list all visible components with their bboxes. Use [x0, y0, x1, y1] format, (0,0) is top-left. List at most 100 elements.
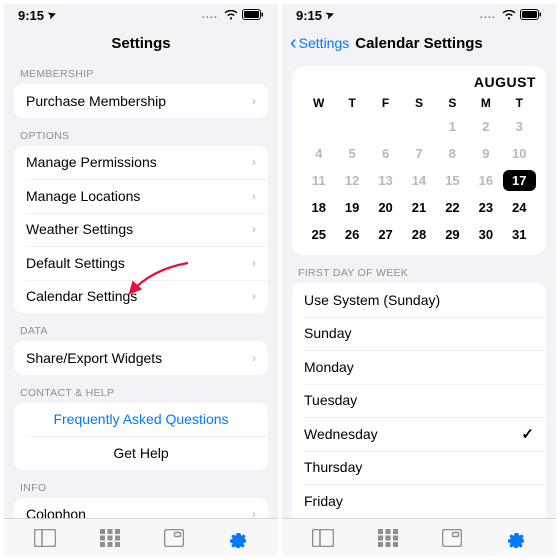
calendar-day[interactable]: 15: [436, 170, 469, 191]
calendar-day[interactable]: 26: [335, 224, 368, 245]
section-header-options: OPTIONS: [14, 118, 268, 146]
first-day-option[interactable]: Sunday: [292, 317, 546, 351]
option-label: Use System (Sunday): [304, 292, 440, 308]
row-manage-locations[interactable]: Manage Locations ›: [14, 179, 268, 213]
calendar-day[interactable]: 9: [469, 143, 502, 164]
calendar-day[interactable]: 18: [302, 197, 335, 218]
row-label: Weather Settings: [26, 221, 133, 237]
calendar-day[interactable]: [369, 116, 402, 137]
chevron-left-icon: ‹: [290, 33, 297, 53]
first-day-option[interactable]: Saturday: [292, 518, 546, 519]
first-day-option[interactable]: Friday: [292, 484, 546, 518]
tab-grid-icon[interactable]: [100, 529, 120, 547]
option-label: Wednesday: [304, 426, 378, 442]
tab-grid-icon[interactable]: [378, 529, 398, 547]
row-default-settings[interactable]: Default Settings ›: [14, 246, 268, 280]
calendar-preview: AUGUST WTFSSMT12345678910111213141516171…: [292, 66, 546, 255]
calendar-settings-content: AUGUST WTFSSMT12345678910111213141516171…: [282, 60, 556, 518]
row-label: Manage Locations: [26, 188, 140, 204]
status-time: 9:15: [18, 8, 44, 23]
row-weather-settings[interactable]: Weather Settings ›: [14, 213, 268, 247]
first-day-option[interactable]: Thursday: [292, 451, 546, 485]
option-label: Thursday: [304, 459, 362, 475]
calendar-day[interactable]: 10: [503, 143, 536, 164]
row-purchase-membership[interactable]: Purchase Membership ›: [14, 84, 268, 118]
calendar-day[interactable]: 3: [503, 116, 536, 137]
first-day-option[interactable]: Wednesday ✓: [292, 417, 546, 451]
chevron-right-icon: ›: [252, 222, 256, 236]
calendar-day[interactable]: 24: [503, 197, 536, 218]
calendar-day[interactable]: [402, 116, 435, 137]
row-manage-permissions[interactable]: Manage Permissions ›: [14, 146, 268, 180]
page-title: Calendar Settings: [355, 35, 483, 52]
first-day-option[interactable]: Monday: [292, 350, 546, 384]
tab-sidebar-icon[interactable]: [34, 529, 56, 547]
calendar-day[interactable]: 20: [369, 197, 402, 218]
calendar-day[interactable]: 16: [469, 170, 502, 191]
calendar-weekday: F: [369, 96, 402, 110]
row-share-export-widgets[interactable]: Share/Export Widgets ›: [14, 341, 268, 375]
row-calendar-settings[interactable]: Calendar Settings ›: [14, 280, 268, 314]
calendar-day[interactable]: [302, 116, 335, 137]
tab-gear-icon[interactable]: [506, 528, 526, 548]
tab-detail-icon[interactable]: [442, 529, 462, 547]
calendar-day[interactable]: 29: [436, 224, 469, 245]
chevron-right-icon: ›: [252, 351, 256, 365]
calendar-day[interactable]: 5: [335, 143, 368, 164]
settings-content: MEMBERSHIP Purchase Membership › OPTIONS…: [4, 60, 278, 518]
calendar-day[interactable]: 30: [469, 224, 502, 245]
row-faq[interactable]: Frequently Asked Questions: [14, 403, 268, 437]
row-get-help[interactable]: Get Help: [14, 436, 268, 470]
membership-card: Purchase Membership ›: [14, 84, 268, 118]
calendar-day[interactable]: 1: [436, 116, 469, 137]
row-label: Manage Permissions: [26, 154, 157, 170]
back-button[interactable]: ‹ Settings: [290, 33, 349, 53]
info-card: Colophon › Acknowledgements ›: [14, 498, 268, 519]
tab-detail-icon[interactable]: [164, 529, 184, 547]
calendar-day[interactable]: 13: [369, 170, 402, 191]
calendar-day[interactable]: 21: [402, 197, 435, 218]
first-day-option[interactable]: Tuesday: [292, 384, 546, 418]
status-dots: ....: [202, 9, 218, 21]
option-label: Friday: [304, 493, 343, 509]
tab-gear-icon[interactable]: [228, 528, 248, 548]
calendar-day[interactable]: 19: [335, 197, 368, 218]
calendar-day[interactable]: 2: [469, 116, 502, 137]
calendar-day[interactable]: 14: [402, 170, 435, 191]
battery-icon: [520, 8, 542, 23]
calendar-month-label: AUGUST: [302, 74, 536, 90]
calendar-day[interactable]: 8: [436, 143, 469, 164]
tab-sidebar-icon[interactable]: [312, 529, 334, 547]
checkmark-icon: ✓: [521, 425, 534, 443]
calendar-day[interactable]: 22: [436, 197, 469, 218]
calendar-day[interactable]: 31: [503, 224, 536, 245]
section-header-contact: CONTACT & HELP: [14, 375, 268, 403]
calendar-day[interactable]: 12: [335, 170, 368, 191]
calendar-day[interactable]: 25: [302, 224, 335, 245]
calendar-weekday: S: [402, 96, 435, 110]
calendar-day[interactable]: 4: [302, 143, 335, 164]
status-bar: 9:15 ➤ ....: [4, 4, 278, 26]
page-title: Settings: [111, 35, 170, 52]
first-day-option[interactable]: Use System (Sunday): [292, 283, 546, 317]
calendar-weekday: W: [302, 96, 335, 110]
calendar-day[interactable]: 17: [503, 170, 536, 191]
data-card: Share/Export Widgets ›: [14, 341, 268, 375]
chevron-right-icon: ›: [252, 94, 256, 108]
calendar-day[interactable]: 7: [402, 143, 435, 164]
phone-right: 9:15 ➤ .... ‹ Settings Calendar Settings…: [282, 4, 556, 556]
chevron-right-icon: ›: [252, 289, 256, 303]
calendar-day[interactable]: 23: [469, 197, 502, 218]
row-label: Get Help: [113, 445, 168, 461]
calendar-day[interactable]: 11: [302, 170, 335, 191]
calendar-weekday: M: [469, 96, 502, 110]
calendar-day[interactable]: [335, 116, 368, 137]
row-colophon[interactable]: Colophon ›: [14, 498, 268, 519]
calendar-day[interactable]: 27: [369, 224, 402, 245]
calendar-day[interactable]: 28: [402, 224, 435, 245]
section-header-membership: MEMBERSHIP: [14, 60, 268, 84]
chevron-right-icon: ›: [252, 189, 256, 203]
calendar-day[interactable]: 6: [369, 143, 402, 164]
tab-bar: [4, 518, 278, 556]
option-label: Sunday: [304, 325, 351, 341]
